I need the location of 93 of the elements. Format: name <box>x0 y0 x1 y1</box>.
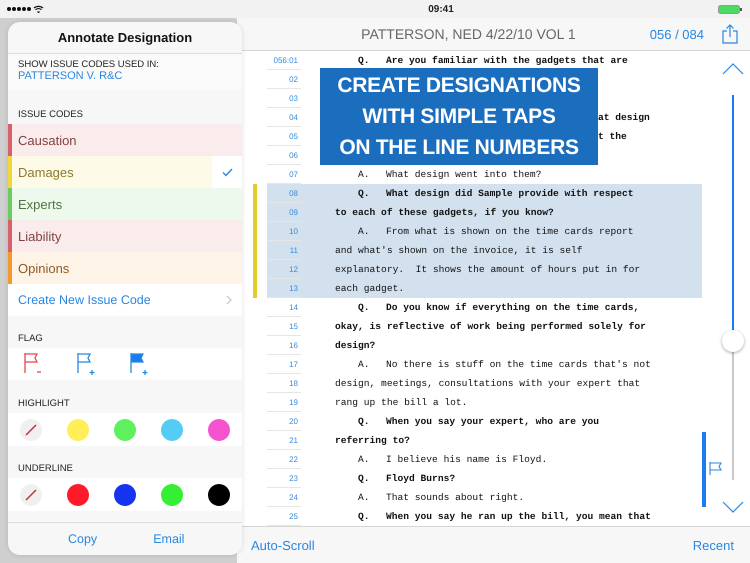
signal-wifi-icon <box>6 5 46 13</box>
line-number[interactable]: 17 <box>267 355 301 374</box>
slider-thumb[interactable] <box>722 330 744 352</box>
line-number[interactable]: 22 <box>267 450 301 469</box>
transcript-line: Are you familiar with the gadgets that are <box>386 55 628 66</box>
document-title: PATTERSON, NED 4/22/10 VOL 1 <box>360 26 577 42</box>
chevron-right-icon <box>226 295 232 305</box>
auto-scroll-button[interactable]: Auto-Scroll <box>251 538 315 552</box>
transcript-line: design? <box>335 340 376 351</box>
transcript-line: t the <box>598 131 627 142</box>
transcript-line: When you say he ran up the bill, you mean that <box>386 511 651 522</box>
line-number[interactable]: 06 <box>267 146 301 165</box>
banner-text: CREATE DESIGNATIONS <box>337 73 581 99</box>
issue-code-row[interactable]: Experts <box>8 188 242 220</box>
transcript-line: and what's shown on the invoice, it is self <box>335 245 583 256</box>
issue-code-row[interactable]: Opinions <box>8 252 242 284</box>
color-swatch[interactable] <box>160 484 183 506</box>
transcript-line: I believe his name is Floyd. <box>386 454 548 465</box>
transcript-line: rang up the bill a lot. <box>335 397 468 408</box>
transcript-line: Floyd Burns? <box>386 473 456 484</box>
chevron-up-icon[interactable] <box>722 63 744 75</box>
status-time: 09:41 <box>428 4 454 14</box>
line-number[interactable]: 13 <box>267 279 301 298</box>
transcript-line: That sounds about right. <box>386 492 524 503</box>
flag-icon[interactable] <box>709 461 723 476</box>
issue-code-row[interactable]: Damages <box>8 156 242 188</box>
line-number[interactable]: 04 <box>267 108 301 127</box>
transcript-line: When you say your expert, who are you <box>386 416 600 427</box>
no-color-button[interactable] <box>20 418 42 440</box>
section-label: FLAG <box>18 333 43 344</box>
flag-add-icon <box>75 351 97 377</box>
email-button[interactable]: Email <box>153 532 184 546</box>
transcript-line: explanatory. It shows the amount of hours put in for <box>335 264 640 275</box>
issue-code-row[interactable]: Liability <box>8 220 242 252</box>
speaker-marker: Q. <box>358 416 371 427</box>
case-link[interactable]: PATTERSON V. R&C <box>18 70 232 82</box>
speaker-marker: Q. <box>358 55 371 66</box>
transcript-line: each gadget. <box>335 283 404 294</box>
section-label: HIGHLIGHT <box>18 398 70 409</box>
share-icon[interactable] <box>722 24 738 44</box>
line-number[interactable]: 20 <box>267 412 301 431</box>
create-issue-code-row[interactable]: Create New Issue Code <box>8 284 242 316</box>
battery-icon <box>718 4 744 14</box>
transcript-line: okay, is reflective of work being performed solely for <box>335 321 646 332</box>
line-number[interactable]: 23 <box>267 469 301 488</box>
line-number[interactable]: 21 <box>267 431 301 450</box>
no-color-button[interactable] <box>20 484 42 506</box>
transcript-line: What design did Sample provide with respect <box>386 188 634 199</box>
transcript-line: at design <box>598 112 650 123</box>
speaker-marker: Q. <box>358 302 371 313</box>
copy-button[interactable]: Copy <box>68 532 98 546</box>
banner-text: WITH SIMPLE TAPS <box>362 104 556 130</box>
line-number[interactable]: 05 <box>267 127 301 146</box>
transcript-line: Do you know if everything on the time cards, <box>386 302 640 313</box>
line-number[interactable]: 15 <box>267 317 301 336</box>
section-label: SHOW ISSUE CODES USED IN: <box>18 59 160 70</box>
page-indicator[interactable]: 056 / 084 <box>650 26 704 42</box>
speaker-marker: A. <box>358 226 371 237</box>
transcript-line: design, meetings, consultations with your expert that <box>335 378 640 389</box>
flag-add-icon <box>128 351 150 377</box>
line-number[interactable]: 18 <box>267 374 301 393</box>
banner-text: ON THE LINE NUMBERS <box>339 135 579 161</box>
line-number[interactable]: 24 <box>267 488 301 507</box>
color-swatch[interactable] <box>208 484 230 506</box>
line-number[interactable]: 14 <box>267 298 301 317</box>
color-swatch[interactable] <box>114 418 136 440</box>
transcript-line: What design went into them? <box>386 169 542 180</box>
speaker-marker: Q. <box>358 511 371 522</box>
color-swatch[interactable] <box>160 418 183 440</box>
line-number[interactable]: 16 <box>267 336 301 355</box>
line-number[interactable]: 19 <box>267 393 301 412</box>
transcript-line: referring to? <box>335 435 410 446</box>
chevron-down-icon[interactable] <box>722 501 744 513</box>
speaker-marker: A. <box>358 492 371 503</box>
speaker-marker: A. <box>358 454 371 465</box>
section-label: UNDERLINE <box>18 463 73 474</box>
color-swatch[interactable] <box>67 484 90 506</box>
color-swatch[interactable] <box>114 484 136 506</box>
speaker-marker: A. <box>358 359 371 370</box>
recent-button[interactable]: Recent <box>692 538 734 552</box>
speaker-marker: Q. <box>358 473 371 484</box>
line-number[interactable]: 02 <box>267 70 301 89</box>
speaker-marker: Q. <box>358 188 371 199</box>
color-swatch[interactable] <box>208 418 230 440</box>
speaker-marker: A. <box>358 169 371 180</box>
transcript-line: to each of these gadgets, if you know? <box>335 207 554 218</box>
line-number[interactable]: 056:01 <box>267 51 301 70</box>
section-label: ISSUE CODES <box>18 109 83 120</box>
color-swatch[interactable] <box>67 418 90 440</box>
transcript-line: From what is shown on the time cards report <box>386 226 634 237</box>
transcript-line: No there is stuff on the time cards that's not <box>386 359 651 370</box>
line-number[interactable]: 03 <box>267 89 301 108</box>
issue-code-row[interactable]: Causation <box>8 124 242 156</box>
